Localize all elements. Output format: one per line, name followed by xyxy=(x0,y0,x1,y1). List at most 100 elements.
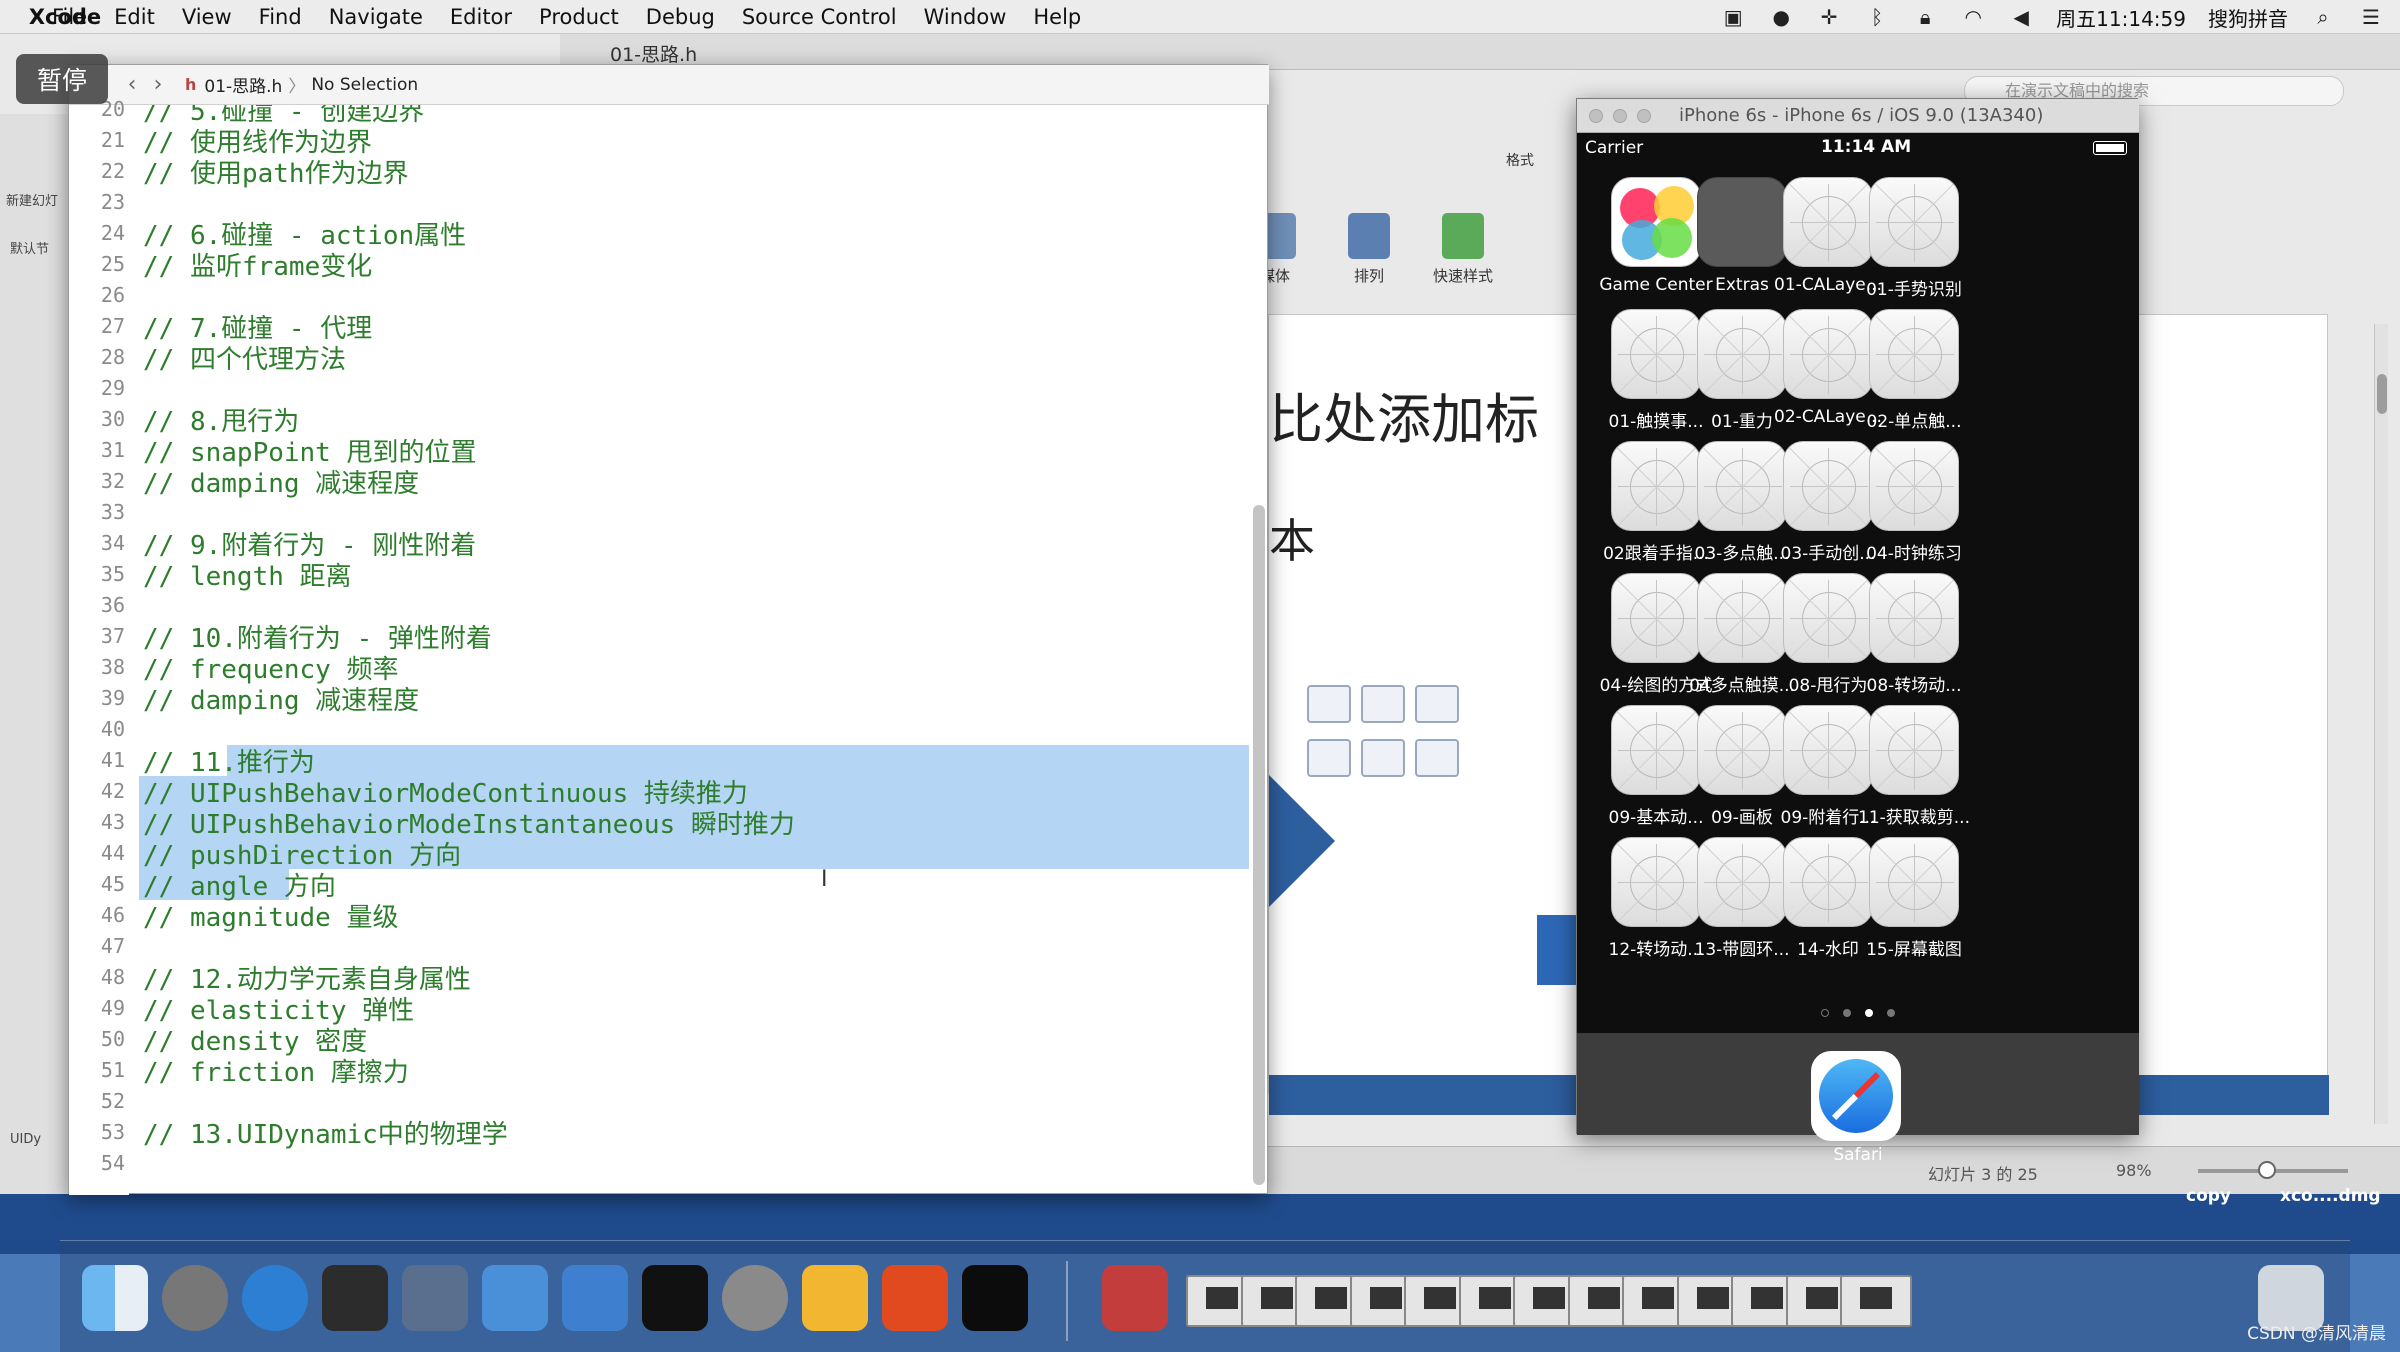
bluetooth-icon[interactable]: ᛒ xyxy=(1864,5,1890,29)
header-file-icon: h xyxy=(185,75,197,94)
app-icon-19[interactable]: 11-获取裁剪... xyxy=(1849,705,1979,828)
app-menu[interactable]: Xcode xyxy=(0,5,130,29)
line-number: 42 xyxy=(100,779,125,803)
menu-editor[interactable]: Editor xyxy=(450,5,512,29)
app-icon-7[interactable]: 02-单点触... xyxy=(1849,309,1979,432)
app-icon-15[interactable]: 08-转场动... xyxy=(1849,573,1979,696)
desktop-item-copy[interactable]: copy xyxy=(2186,1186,2231,1206)
line-number: 45 xyxy=(100,872,125,896)
simulator-title: iPhone 6s - iPhone 6s / iOS 9.0 (13A340) xyxy=(1679,105,2044,126)
slide-thumbnail-panel[interactable]: 新建幻灯 默认节 UIDy xyxy=(0,114,70,1194)
xcode-icon[interactable] xyxy=(482,1265,548,1331)
dock-separator xyxy=(1066,1261,1068,1341)
menu-help[interactable]: Help xyxy=(1033,5,1081,29)
presentation-scrollbar[interactable] xyxy=(2374,324,2388,1124)
menu-debug[interactable]: Debug xyxy=(646,5,715,29)
new-slide-label[interactable]: 新建幻灯 xyxy=(6,190,58,209)
wifi-icon[interactable]: ◠ xyxy=(1960,5,1986,29)
zoom-slider-knob[interactable] xyxy=(2258,1161,2276,1179)
code-line[interactable]: // damping 减速程度 xyxy=(143,463,419,500)
slide-title-placeholder[interactable]: 比处添加标 xyxy=(1269,375,1539,454)
safari-dock-icon[interactable] xyxy=(242,1265,308,1331)
line-number: 52 xyxy=(100,1089,125,1113)
insert-smartart-icon[interactable] xyxy=(1415,685,1459,723)
slide-body-placeholder[interactable]: 本 xyxy=(1269,505,1315,571)
desktop-item-dmg[interactable]: xco....dmg xyxy=(2280,1186,2381,1206)
code-line[interactable]: // length 距离 xyxy=(143,556,352,593)
preview-icon[interactable] xyxy=(1102,1265,1168,1331)
menu-source-control[interactable]: Source Control xyxy=(742,5,897,29)
presentation-window-title: 01-思路.h xyxy=(610,44,698,66)
line-number: 38 xyxy=(100,655,125,679)
insert-chart-icon[interactable] xyxy=(1361,685,1405,723)
cross-icon[interactable]: ✛ xyxy=(1816,5,1842,29)
app-icon-3[interactable]: 01-手势识别 xyxy=(1849,177,1979,300)
code-line[interactable]: // magnitude 量级 xyxy=(143,897,399,934)
code-line[interactable]: // 监听frame变化 xyxy=(143,246,372,283)
page-indicator[interactable] xyxy=(1577,1009,2139,1017)
menu-bar: Xcode File Edit View Find Navigate Edito… xyxy=(0,0,2400,34)
code-editor[interactable]: // 5.碰撞 - 创建边界// 使用线作为边界// 使用path作为边界// … xyxy=(129,105,1249,1195)
spotlight-search-icon[interactable]: ⌕ xyxy=(2310,5,2336,29)
minimized-window-thumbnail[interactable] xyxy=(1840,1275,1912,1327)
forward-arrow-icon[interactable]: › xyxy=(145,72,171,97)
system-preferences-icon[interactable] xyxy=(722,1265,788,1331)
watermark: CSDN @清风清晨 xyxy=(2247,1324,2386,1344)
status-icon[interactable]: ● xyxy=(1768,5,1794,29)
close-button[interactable] xyxy=(1589,109,1603,123)
volume-icon[interactable]: ◀ xyxy=(2008,5,2034,29)
spotlight-page-dot[interactable] xyxy=(1821,1009,1829,1017)
screen-record-icon[interactable]: ▣ xyxy=(1720,5,1746,29)
arrange-button[interactable]: 排列 xyxy=(1334,213,1404,286)
insert-table-icon[interactable] xyxy=(1307,685,1351,723)
line-number: 53 xyxy=(100,1120,125,1144)
menu-product[interactable]: Product xyxy=(539,5,619,29)
terminal-icon[interactable] xyxy=(642,1265,708,1331)
editor-scrollbar[interactable] xyxy=(1253,505,1265,1185)
menu-find[interactable]: Find xyxy=(259,5,302,29)
xcode-editor-window: ‹ › h 01-思路.h 〉 No Selection 20 21 22 23 24 2… xyxy=(68,64,1269,1195)
jumpbar-selection[interactable]: No Selection xyxy=(311,75,418,95)
jumpbar-file-name[interactable]: 01-思路.h xyxy=(204,72,282,97)
menu-window[interactable]: Window xyxy=(924,5,1007,29)
notification-center-icon[interactable]: ☰ xyxy=(2358,5,2384,29)
code-line[interactable]: // 使用path作为边界 xyxy=(143,153,409,190)
placeholder-app-icon xyxy=(1869,309,1959,399)
page-dot[interactable] xyxy=(1843,1009,1851,1017)
instruments-icon[interactable] xyxy=(562,1265,628,1331)
code-line[interactable]: // damping 减速程度 xyxy=(143,680,419,717)
page-dot[interactable] xyxy=(1887,1009,1895,1017)
menu-view[interactable]: View xyxy=(182,5,232,29)
insert-picture-icon[interactable] xyxy=(1307,739,1351,777)
code-line[interactable]: // friction 摩擦力 xyxy=(143,1052,409,1089)
console-icon[interactable] xyxy=(962,1265,1028,1331)
app-icon-23[interactable]: 15-屏幕截图 xyxy=(1849,837,1979,960)
back-arrow-icon[interactable]: ‹ xyxy=(119,72,145,97)
page-dot[interactable] xyxy=(1865,1009,1873,1017)
quick-styles-button[interactable]: 快速样式 xyxy=(1428,213,1498,286)
app-icon-11[interactable]: 04-时钟练习 xyxy=(1849,441,1979,564)
safari-icon[interactable] xyxy=(1811,1051,1901,1141)
launchpad-icon[interactable] xyxy=(162,1265,228,1331)
input-method[interactable]: 搜狗拼音 xyxy=(2208,3,2288,32)
line-number: 48 xyxy=(100,965,125,989)
powerpoint-icon[interactable] xyxy=(882,1265,948,1331)
lock-icon[interactable]: 🔒︎ xyxy=(1912,5,1938,29)
mouse-app-icon[interactable] xyxy=(322,1265,388,1331)
menu-navigate[interactable]: Navigate xyxy=(329,5,423,29)
scrollbar-thumb[interactable] xyxy=(2377,374,2387,414)
simulator-screen[interactable]: Carrier 11:14 AM Game Center Extras 01-CAL… xyxy=(1577,133,2139,1165)
finder-icon[interactable] xyxy=(82,1265,148,1331)
insert-media-icon[interactable] xyxy=(1415,739,1459,777)
zoom-button[interactable] xyxy=(1637,109,1651,123)
menu-clock[interactable]: 周五11:14:59 xyxy=(2056,3,2186,32)
code-line[interactable]: // 13.UIDynamic中的物理学 xyxy=(143,1114,508,1151)
insert-clipart-icon[interactable] xyxy=(1361,739,1405,777)
app-label: 02-单点触... xyxy=(1866,412,1962,432)
sketch-icon[interactable] xyxy=(802,1265,868,1331)
minimize-button[interactable] xyxy=(1613,109,1627,123)
movie-app-icon[interactable] xyxy=(402,1265,468,1331)
line-number: 26 xyxy=(100,283,125,307)
code-line[interactable]: // 四个代理方法 xyxy=(143,339,346,376)
pause-badge[interactable]: 暂停 xyxy=(16,54,108,104)
